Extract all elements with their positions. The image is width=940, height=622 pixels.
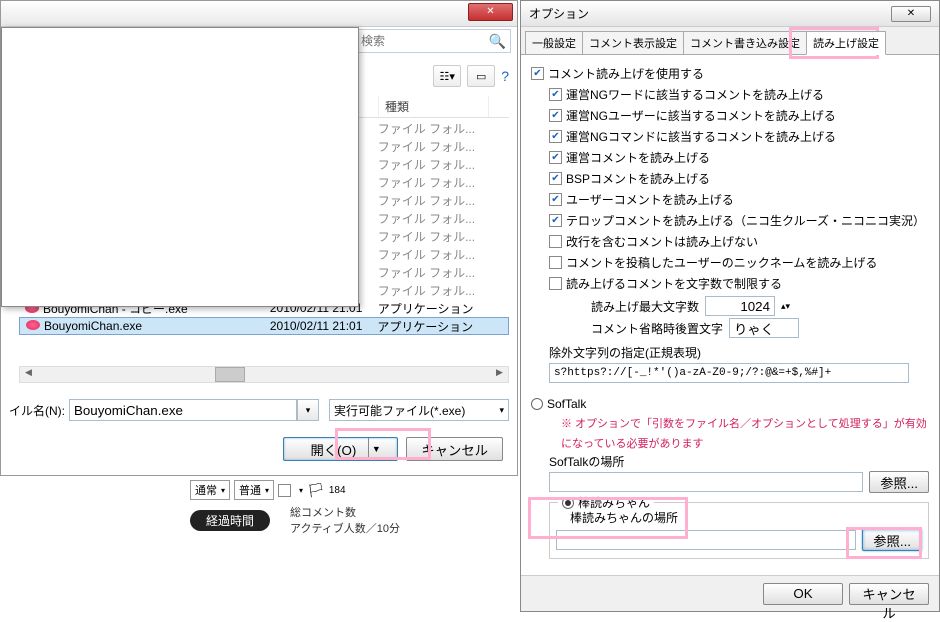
checkbox-nguser[interactable] [549,109,562,122]
stat-active-users: アクティブ人数／10分 [290,520,400,536]
label-abbr: コメント省略時後置文字 [591,320,723,337]
checkbox-newline[interactable] [549,235,562,248]
input-abbr[interactable] [729,318,799,338]
status-panel: 通常▾ 普通▾ ▾ 🏳 184 経過時間 総コメント数 アクティブ人数／10分 [190,480,520,536]
label-unei: 運営コメントを読み上げる [566,149,710,166]
app-icon [26,320,40,330]
search-input[interactable] [357,30,482,52]
label-nickname: コメントを投稿したユーザーのニックネームを読み上げる [566,254,877,271]
filename-label: イル名(N): [1,402,69,419]
cancel-button[interactable]: キャンセル [406,437,503,461]
dialog-titlebar[interactable]: ✕ [1,1,517,27]
filename-input[interactable] [69,399,297,421]
label-limit: 読み上げるコメントを文字数で制限する [566,275,782,292]
ok-button[interactable]: OK [763,583,843,605]
chevron-down-icon: ▾ [221,486,225,495]
help-icon[interactable]: ? [501,68,509,84]
open-split-arrow[interactable]: ▼ [369,444,383,454]
options-titlebar[interactable]: オプション ✕ [521,1,939,27]
close-button[interactable]: ✕ [891,6,931,22]
checkbox-option[interactable] [278,484,291,497]
options-cancel-button[interactable]: キャンセル [849,583,929,605]
options-tabs: 一般設定 コメント表示設定 コメント書き込み設定 読み上げ設定 [521,27,939,55]
checkbox-user[interactable] [549,193,562,206]
warning-line1: ※ オプションで「引数をファイル名／オプションとして処理する」が有効 [561,413,929,433]
checkbox-nickname[interactable] [549,256,562,269]
filename-dropdown[interactable]: ▾ [297,399,319,421]
new-folder-button[interactable]: ▭ [467,65,495,87]
close-button[interactable]: ✕ [468,3,513,21]
chevron-down-icon[interactable]: ▾ [299,486,303,495]
label-regex: 除外文字列の指定(正規表現) [549,344,929,361]
checkbox-telop[interactable] [549,214,562,227]
tab-display[interactable]: コメント表示設定 [582,31,684,54]
flag-icon: 🏳 [307,482,325,499]
label-ngcmd: 運営NGコマンドに該当するコメントを読み上げる [566,128,836,145]
chevron-down-icon: ▾ [265,486,269,495]
label-nguser: 運営NGユーザーに該当するコメントを読み上げる [566,107,836,124]
browse-softalk-button[interactable]: 参照... [869,471,929,493]
input-bouyomi-path[interactable] [556,530,856,550]
checkbox-limit[interactable] [549,277,562,290]
radio-bouyomi[interactable] [562,497,574,509]
file-open-dialog: ✕ 🔍 ルダー ☷▾ ▭ ? 名前 更新日時 種類 ファイル フォル... ファ… [0,0,518,476]
list-item-selected[interactable]: BouyomiChan.exe 2010/02/11 21:01 アプリケーショ… [19,317,509,335]
radio-softalk[interactable] [531,398,543,410]
stat-total-comments: 総コメント数 [290,504,400,520]
filetype-filter[interactable]: 実行可能ファイル(*.exe)▾ [329,399,509,421]
label-telop: テロップコメントを読み上げる（ニコ生クルーズ・ニコニコ実況） [566,212,925,229]
label-maxchars: 読み上げ最大文字数 [591,298,699,315]
search-box[interactable]: 🔍 [356,29,511,53]
checkbox-ngword[interactable] [549,88,562,101]
checkbox-use-read[interactable] [531,67,544,80]
scroll-right-icon[interactable]: ▶ [491,367,508,382]
tab-write[interactable]: コメント書き込み設定 [683,31,807,54]
search-icon[interactable]: 🔍 [489,33,506,50]
scroll-thumb[interactable] [215,367,245,382]
tab-read[interactable]: 読み上げ設定 [806,31,886,55]
label-bouyomi-path: 棒読みちゃんの場所 [570,509,922,526]
checkbox-bsp[interactable] [549,172,562,185]
address-dropdown-overlay[interactable] [1,27,359,307]
input-softalk-path[interactable] [549,472,863,492]
view-menu-button[interactable]: ☷▾ [433,65,461,87]
select-mode[interactable]: 通常▾ [190,480,230,500]
label-ngword: 運営NGワードに該当するコメントを読み上げる [566,86,824,103]
label-softalk: SofTalk [547,397,586,411]
select-speed[interactable]: 普通▾ [234,480,274,500]
input-regex[interactable] [549,363,909,383]
label-use-read: コメント読み上げを使用する [548,65,704,82]
label-bouyomi: 棒読みちゃん [578,494,650,511]
options-dialog: オプション ✕ 一般設定 コメント表示設定 コメント書き込み設定 読み上げ設定 … [520,0,940,612]
label-bsp: BSPコメントを読み上げる [566,170,710,187]
spinner-icon[interactable]: ▴▾ [781,301,790,312]
browse-bouyomi-button[interactable]: 参照... [862,529,922,551]
elapsed-time-label: 経過時間 [190,510,270,531]
tab-general[interactable]: 一般設定 [525,31,583,54]
input-maxchars[interactable] [705,296,775,316]
open-button[interactable]: 開く(O) ▼ [283,437,398,461]
scroll-left-icon[interactable]: ◀ [20,367,37,382]
checkbox-unei[interactable] [549,151,562,164]
label-newline: 改行を含むコメントは読み上げない [566,233,758,250]
num-label: 184 [329,485,346,496]
chevron-down-icon: ▾ [499,405,504,416]
label-softalk-path: SofTalkの場所 [549,453,929,470]
warning-line2: になっている必要があります [561,433,929,453]
checkbox-ngcmd[interactable] [549,130,562,143]
horizontal-scrollbar[interactable]: ◀ ▶ [19,366,509,383]
options-title: オプション [529,5,589,22]
label-user: ユーザーコメントを読み上げる [566,191,734,208]
col-type[interactable]: 種類 [379,96,489,117]
